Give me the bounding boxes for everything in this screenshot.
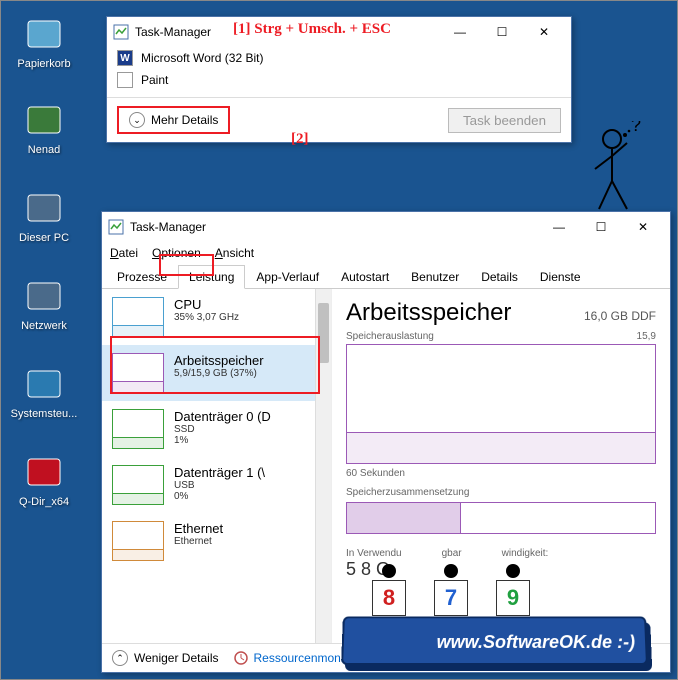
mascot-figure: 9 [496,564,530,616]
close-button[interactable]: ✕ [523,21,565,43]
tab-details[interactable]: Details [470,265,529,289]
perf-title: Arbeitsspeicher [346,299,511,327]
chart-y-label: Speicherauslastung [346,331,434,342]
chevron-down-icon: ⌄ [129,112,145,128]
watermark-mascot: 879 www.SoftwareOK.de :-) [342,616,647,665]
tab-autostart[interactable]: Autostart [330,265,400,289]
desktop-icon-control-panel[interactable]: Systemsteu... [9,365,79,420]
menu-datei[interactable]: Datei [110,246,138,260]
tab-dienste[interactable]: Dienste [529,265,592,289]
maximize-button[interactable]: ☐ [580,216,622,238]
app-row[interactable]: WMicrosoft Word (32 Bit) [107,47,571,69]
window-title: Task-Manager [130,220,538,234]
desktop-icon-user-folder[interactable]: Nenad [9,101,79,156]
annotation-2: [2] [291,131,309,148]
highlight-memory-item [110,336,320,394]
memory-usage-chart [346,344,656,464]
maximize-button[interactable]: ☐ [481,21,523,43]
titlebar[interactable]: Task-Manager — ☐ ✕ [102,212,670,242]
annotation-1: [1] Strg + Umsch. + ESC [233,21,391,38]
task-manager-icon [108,219,124,235]
desktop-icon-this-pc[interactable]: Dieser PC [9,189,79,244]
tab-benutzer[interactable]: Benutzer [400,265,470,289]
end-task-button: Task beenden [448,108,561,133]
task-manager-icon [113,24,129,40]
perf-title-row: Arbeitsspeicher 16,0 GB DDF [346,299,656,327]
tab-app-verlauf[interactable]: App-Verlauf [245,265,330,289]
desktop-icon-qdir[interactable]: Q-Dir_x64 [9,453,79,508]
perf-item-datentr-ger-0-d[interactable]: Datenträger 0 (DSSD1% [102,401,331,457]
desktop-icon-network[interactable]: Netzwerk [9,277,79,332]
monitor-icon [234,651,248,665]
resource-monitor-link[interactable]: Ressourcenmonitor [234,651,357,665]
minimize-button[interactable]: — [538,216,580,238]
memory-composition-chart [346,502,656,534]
composition-label: Speicherzusammensetzung [346,487,469,498]
thinking-figure-icon: ? [577,121,657,221]
menu-ansicht[interactable]: Ansicht [215,246,254,260]
more-details-label: Mehr Details [151,113,218,127]
perf-capacity: 16,0 GB DDF [584,309,656,323]
mascot-figure: 7 [434,564,468,616]
svg-text:?: ? [631,121,641,135]
perf-item-datentr-ger-1-[interactable]: Datenträger 1 (\USB0% [102,457,331,513]
chevron-up-icon: ⌃ [112,650,128,666]
perf-item-ethernet[interactable]: EthernetEthernet [102,513,331,569]
desktop-icon-recycle-bin[interactable]: Papierkorb [9,15,79,70]
close-button[interactable]: ✕ [622,216,664,238]
highlight-leistung-tab [159,254,214,276]
website-link[interactable]: www.SoftwareOK.de :-) [436,632,635,652]
fewer-details-button[interactable]: ⌃ Weniger Details [112,650,218,666]
mascot-figure: 8 [372,564,406,616]
chart-x-label: 60 Sekunden [346,468,405,479]
app-row[interactable]: Paint [107,69,571,91]
more-details-button[interactable]: ⌄ Mehr Details [117,106,230,134]
chart-y-max: 15,9 [637,331,656,342]
minimize-button[interactable]: — [439,21,481,43]
